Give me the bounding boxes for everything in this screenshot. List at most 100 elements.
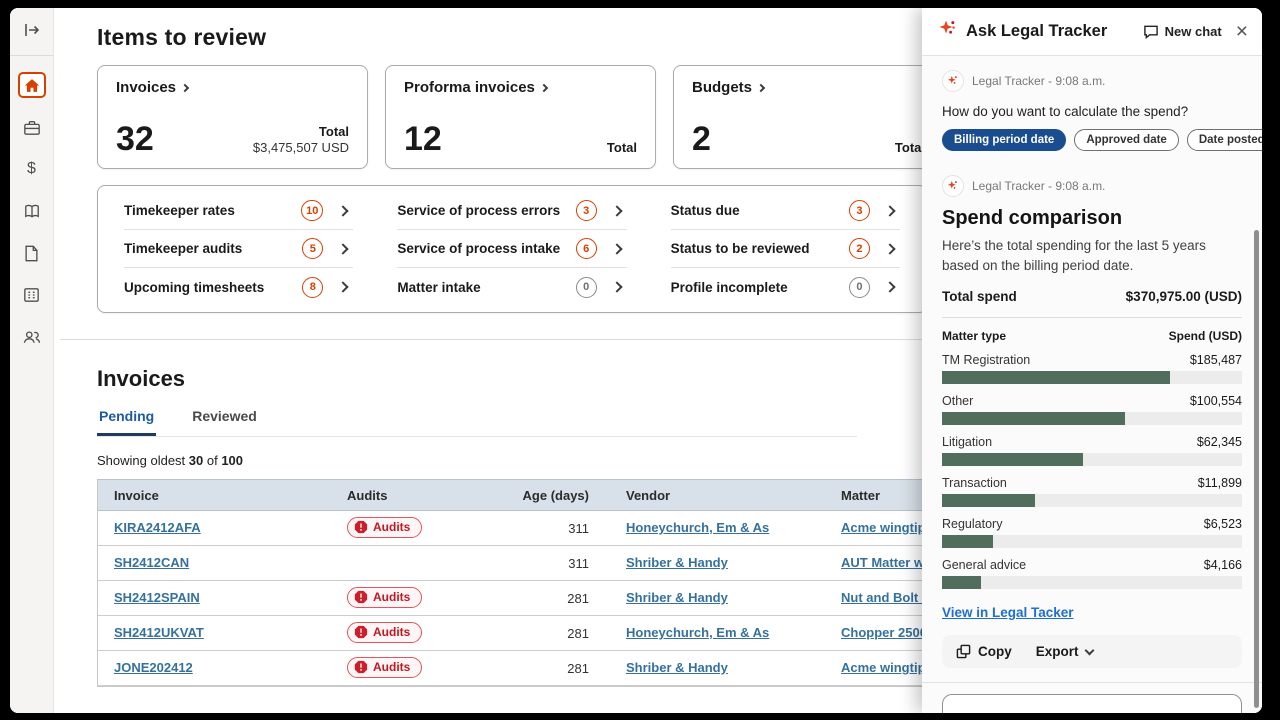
- vendor-link[interactable]: Honeychurch, Em & As: [626, 520, 769, 535]
- invoice-link[interactable]: SH2412CAN: [114, 555, 189, 570]
- matter-type-header: Matter type: [942, 329, 1006, 343]
- alert-octagon-icon: [354, 590, 368, 604]
- card-invoices[interactable]: Invoices 32 Total$3,475,507 USD: [97, 65, 368, 169]
- vendor-link[interactable]: Shriber & Handy: [626, 555, 728, 570]
- review-link-status-due[interactable]: Status due 3: [671, 192, 900, 230]
- review-link-matter-intake[interactable]: Matter intake 0: [397, 268, 626, 306]
- bar-value: $11,899: [1198, 476, 1242, 490]
- vendor-link[interactable]: Honeychurch, Em & As: [626, 625, 769, 640]
- tab-pending[interactable]: Pending: [97, 404, 156, 436]
- review-link-sop-intake[interactable]: Service of process intake 6: [397, 230, 626, 268]
- spend-bar-row: Litigation $62,345: [942, 435, 1242, 466]
- audits-badge[interactable]: Audits: [347, 587, 422, 608]
- panel-scrollbar[interactable]: [1254, 230, 1259, 708]
- count-badge: 0: [849, 277, 870, 298]
- dollar-icon: $: [27, 160, 36, 178]
- alert-octagon-icon: [354, 660, 368, 674]
- matter-link[interactable]: Chopper 2500: [841, 625, 927, 640]
- sidebar-item-home[interactable]: [18, 72, 46, 98]
- count-badge: 10: [301, 200, 323, 221]
- chevron-right-icon: [338, 205, 349, 216]
- spend-bar-row: Regulatory$6,523: [942, 517, 1242, 548]
- sidebar-collapse-button[interactable]: [10, 22, 53, 56]
- sidebar-item-matters[interactable]: [18, 114, 46, 140]
- audits-badge[interactable]: Audits: [347, 622, 422, 643]
- review-link-label: Timekeeper audits: [124, 241, 302, 256]
- copy-button[interactable]: Copy: [956, 644, 1012, 659]
- review-link-profile-incomplete[interactable]: Profile incomplete 0: [671, 268, 900, 306]
- card-proforma-invoices[interactable]: Proforma invoices 12 Total: [385, 65, 656, 169]
- pill-date-posted[interactable]: Date posted: [1187, 129, 1262, 151]
- chat-message-input[interactable]: [942, 694, 1242, 713]
- new-chat-label: New chat: [1165, 24, 1222, 39]
- review-link-label: Service of process intake: [397, 241, 575, 256]
- count-badge: 8: [302, 277, 323, 298]
- pill-approved-date[interactable]: Approved date: [1074, 129, 1179, 151]
- card-budgets[interactable]: Budgets 2 Total: [673, 65, 944, 169]
- panel-divider: [942, 317, 1242, 318]
- audits-badge[interactable]: Audits: [347, 657, 422, 678]
- bar-category: TM Registration: [942, 353, 1030, 367]
- total-spend-value: $370,975.00 (USD): [1126, 289, 1242, 304]
- sidebar-item-people[interactable]: [18, 324, 46, 350]
- bar-track: [942, 494, 1242, 507]
- new-chat-button[interactable]: New chat: [1143, 24, 1222, 39]
- close-icon[interactable]: ×: [1236, 21, 1248, 42]
- invoice-link[interactable]: SH2412SPAIN: [114, 590, 200, 605]
- total-spend-label: Total spend: [942, 289, 1017, 304]
- collapse-icon: [23, 22, 41, 43]
- invoice-link[interactable]: KIRA2412AFA: [114, 520, 201, 535]
- sidebar-item-reports[interactable]: [18, 282, 46, 308]
- review-link-status-to-be-reviewed[interactable]: Status to be reviewed 2: [671, 230, 900, 268]
- card-total-label: Total: [253, 124, 349, 140]
- bar-value: $185,487: [1190, 353, 1242, 367]
- ask-legal-tracker-panel: Ask Legal Tracker New chat × Legal Track…: [922, 8, 1262, 713]
- message-sender-time: Legal Tracker - 9:08 a.m.: [972, 74, 1105, 88]
- review-link-label: Timekeeper rates: [124, 203, 301, 218]
- bar-value: $6,523: [1204, 517, 1242, 531]
- vendor-link[interactable]: Shriber & Handy: [626, 590, 728, 605]
- spend-comparison-description: Here’s the total spending for the last 5…: [942, 236, 1242, 275]
- pill-billing-period-date[interactable]: Billing period date: [942, 129, 1066, 151]
- bar-fill: [942, 412, 1125, 425]
- matter-link[interactable]: AUT Matter wit: [841, 555, 932, 570]
- invoice-link[interactable]: JONE202412: [114, 660, 193, 675]
- count-badge: 6: [576, 238, 597, 259]
- bar-category: Transaction: [942, 476, 1007, 490]
- review-link-label: Matter intake: [397, 280, 575, 295]
- review-link-timekeeper-rates[interactable]: Timekeeper rates 10: [124, 192, 353, 230]
- review-link-sop-errors[interactable]: Service of process errors 3: [397, 192, 626, 230]
- chevron-right-icon: [181, 83, 189, 91]
- total-spend-row: Total spend $370,975.00 (USD): [942, 289, 1242, 304]
- matter-link[interactable]: Acme wingtip: [841, 520, 926, 535]
- bar-fill: [942, 576, 981, 589]
- col-header-invoice: Invoice: [98, 488, 331, 503]
- matter-link[interactable]: Acme wingtip: [841, 660, 926, 675]
- bar-category: Litigation: [942, 435, 992, 449]
- chevron-right-icon: [884, 281, 895, 292]
- tab-reviewed[interactable]: Reviewed: [190, 404, 259, 436]
- bar-value: $100,554: [1190, 394, 1242, 408]
- invoice-link[interactable]: SH2412UKVAT: [114, 625, 204, 640]
- input-divider: [922, 682, 1262, 683]
- sidebar-item-library[interactable]: [18, 198, 46, 224]
- age-value: 281: [503, 626, 613, 641]
- matter-link[interactable]: Nut and Bolt B: [841, 590, 931, 605]
- document-icon: [24, 245, 39, 262]
- export-button[interactable]: Export: [1036, 644, 1093, 659]
- count-badge: 3: [849, 200, 870, 221]
- audits-badge[interactable]: Audits: [347, 517, 422, 538]
- bar-value: $62,345: [1197, 435, 1242, 449]
- app-window: $ Items to review Invoices: [10, 8, 1262, 713]
- bar-value: $4,166: [1204, 558, 1242, 572]
- card-label: Budgets: [692, 79, 752, 96]
- sparkle-icon: [947, 180, 959, 192]
- sidebar-item-finance[interactable]: $: [18, 156, 46, 182]
- message-meta: Legal Tracker - 9:08 a.m.: [942, 175, 1242, 197]
- sidebar-item-documents[interactable]: [18, 240, 46, 266]
- review-link-upcoming-timesheets[interactable]: Upcoming timesheets 8: [124, 268, 353, 306]
- view-in-legal-tracker-link[interactable]: View in Legal Tacker: [942, 605, 1074, 620]
- review-link-timekeeper-audits[interactable]: Timekeeper audits 5: [124, 230, 353, 268]
- vendor-link[interactable]: Shriber & Handy: [626, 660, 728, 675]
- copy-icon: [956, 644, 971, 659]
